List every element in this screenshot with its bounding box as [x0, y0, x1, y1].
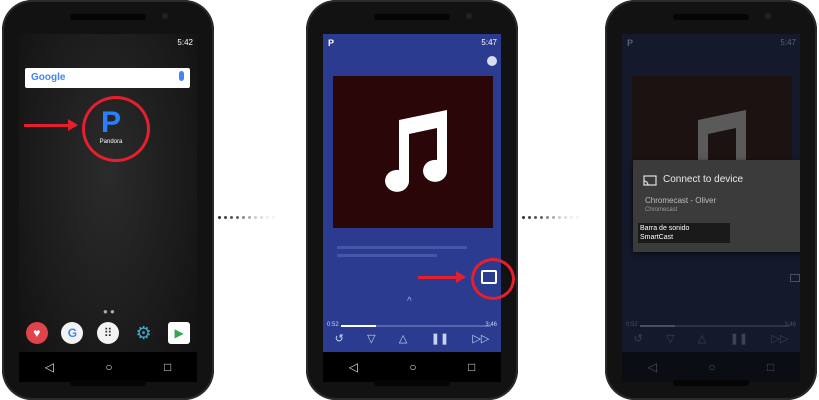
home-icon[interactable]: ○	[708, 360, 715, 374]
google-logo: Google	[31, 72, 66, 83]
thumbs-up-icon: △	[697, 333, 707, 345]
pointer-arrow-cast	[418, 271, 466, 283]
home-icon[interactable]: ○	[409, 360, 416, 374]
player-controls: ↺ ▽ △ ❚❚ ▷▷	[323, 332, 501, 352]
highlight-circle-pandora	[82, 96, 150, 162]
thumbs-up-icon[interactable]: △	[399, 332, 407, 352]
phone-speaker-bottom	[374, 380, 450, 386]
pause-icon: ❚❚	[729, 333, 749, 345]
cast-dialog-screen: P 5:47 Connect to device Chromecast - Ol…	[622, 34, 800, 382]
phone-home-screen: 5:42 Google P Pandora ● ● ♥ G ⠿ ⚙ ▶ ◁ ○ …	[2, 0, 214, 400]
status-time: 5:42	[177, 38, 193, 47]
pocket-icon[interactable]: ♥	[25, 322, 48, 344]
chevron-up-icon[interactable]: ^	[407, 296, 412, 307]
phone-camera	[765, 13, 771, 19]
phone-camera	[162, 13, 168, 19]
recents-icon[interactable]: □	[164, 360, 171, 374]
player-screen: P 5:47 ^ 0:52 3:46 ↺ ▽ △ ❚❚ ▷▷ ◁ ○ □	[323, 34, 501, 382]
back-icon[interactable]: ◁	[45, 360, 54, 374]
page-indicator: ● ●	[103, 307, 115, 316]
app-dock: ♥ G ⠿ ⚙ ▶	[19, 322, 197, 344]
step-connector-dots	[522, 206, 582, 219]
nav-bar: ◁ ○ □	[323, 352, 501, 382]
thumbs-down-icon[interactable]: ▽	[367, 332, 375, 352]
status-bar: P 5:47	[323, 34, 501, 52]
skip-icon[interactable]: ▷▷	[472, 332, 489, 352]
apps-icon[interactable]: ⠿	[96, 322, 119, 344]
music-note-icon	[385, 110, 448, 192]
pandora-status-icon: P	[328, 38, 335, 48]
user-avatar-icon[interactable]	[487, 56, 497, 66]
google-search-bar[interactable]: Google	[25, 68, 190, 88]
phone-speaker-top	[673, 14, 749, 20]
status-time: 5:47	[780, 38, 796, 47]
highlight-circle-cast	[471, 258, 515, 300]
home-screen: 5:42 Google P Pandora ● ● ♥ G ⠿ ⚙ ▶ ◁ ○ …	[19, 34, 197, 382]
phone-player-screen: P 5:47 ^ 0:52 3:46 ↺ ▽ △ ❚❚ ▷▷ ◁ ○ □	[306, 0, 518, 400]
progress-fill	[341, 325, 376, 327]
settings-icon[interactable]: ⚙	[133, 322, 155, 344]
phone-speaker-bottom	[673, 380, 749, 386]
recents-icon[interactable]: □	[468, 360, 475, 374]
recents-icon[interactable]: □	[767, 360, 774, 374]
phone-speaker-top	[374, 14, 450, 20]
back-icon[interactable]: ◁	[648, 360, 657, 374]
device-type-label: Chromecast	[645, 207, 678, 213]
song-info-placeholder	[337, 254, 437, 257]
progress-track[interactable]	[341, 325, 491, 327]
status-bar: P 5:47	[622, 34, 800, 52]
phone-cast-dialog-screen: P 5:47 Connect to device Chromecast - Ol…	[605, 0, 817, 400]
step-connector-dots	[218, 206, 278, 219]
device-option-selected[interactable]: Barra de sonido SmartCast	[638, 223, 730, 243]
pandora-status-icon: P	[627, 38, 634, 48]
album-art	[333, 76, 493, 228]
pause-icon[interactable]: ❚❚	[431, 332, 449, 352]
elapsed-time: 0:52	[327, 322, 339, 328]
thumbs-down-icon: ▽	[666, 333, 675, 345]
dialog-title: Connect to device	[663, 174, 744, 185]
connect-to-device-dialog: Connect to device Chromecast - Oliver Ch…	[633, 160, 800, 252]
play-store-icon[interactable]: ▶	[168, 322, 191, 344]
phone-speaker-top	[70, 14, 146, 20]
player-controls: ↺ ▽ △ ❚❚ ▷▷	[622, 332, 800, 352]
replay-icon[interactable]: ↺	[335, 332, 344, 352]
pointer-arrow-pandora	[24, 119, 78, 131]
remaining-time: 3:46	[784, 322, 796, 328]
remaining-time: 3:46	[485, 322, 497, 328]
progress-track	[640, 325, 790, 327]
home-icon[interactable]: ○	[105, 360, 112, 374]
nav-bar: ◁ ○ □	[622, 352, 800, 382]
status-time: 5:47	[481, 38, 497, 47]
phone-speaker-bottom	[70, 380, 146, 386]
nav-bar: ◁ ○ □	[19, 352, 197, 382]
cast-icon-dim	[790, 274, 800, 282]
skip-icon: ▷▷	[771, 333, 789, 345]
device-option-chromecast[interactable]: Chromecast - Oliver	[645, 196, 716, 205]
status-bar: 5:42	[19, 34, 197, 52]
google-icon[interactable]: G	[61, 322, 84, 344]
back-icon[interactable]: ◁	[349, 360, 358, 374]
mic-icon[interactable]	[179, 71, 184, 81]
device-selected-line1: Barra de sonido	[640, 225, 690, 232]
phone-camera	[466, 13, 472, 19]
cast-icon	[643, 175, 657, 186]
song-info-placeholder	[337, 246, 467, 249]
replay-icon: ↺	[633, 333, 643, 345]
progress-fill	[640, 325, 675, 327]
device-selected-line2: SmartCast	[640, 234, 674, 241]
elapsed-time: 0:52	[626, 322, 638, 328]
